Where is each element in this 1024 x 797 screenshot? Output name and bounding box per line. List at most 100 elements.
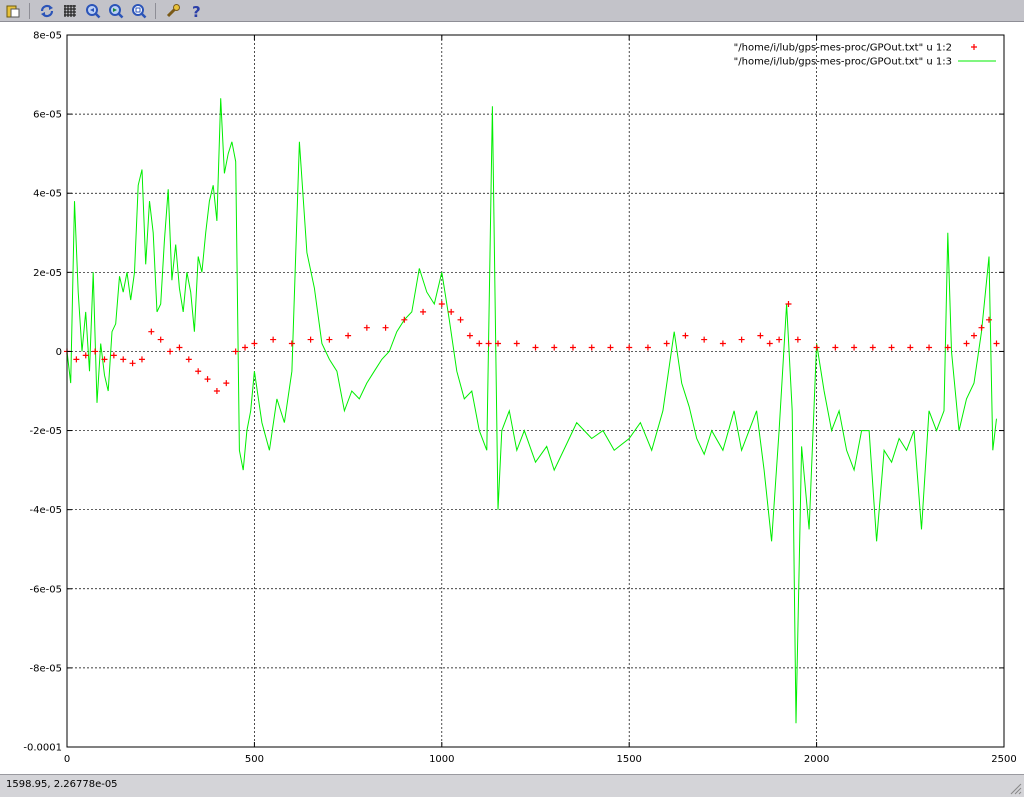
- grid-icon[interactable]: [60, 1, 80, 21]
- data-point: [448, 308, 455, 315]
- data-point: [345, 332, 352, 339]
- data-point: [92, 348, 99, 355]
- mouse-coordinates: 1598.95, 2.26778e-05: [6, 779, 118, 790]
- data-point: [682, 332, 689, 339]
- data-point: [185, 356, 192, 363]
- replot-icon[interactable]: [37, 1, 57, 21]
- data-point: [738, 336, 745, 343]
- data-point: [223, 380, 230, 387]
- plot-frame: [66, 34, 1005, 748]
- data-point: [438, 300, 445, 307]
- data-point: [971, 332, 978, 339]
- data-point: [270, 336, 277, 343]
- data-point: [157, 336, 164, 343]
- data-point: [794, 336, 801, 343]
- data-point: [986, 316, 993, 323]
- data-point: [148, 328, 155, 335]
- status-bar: 1598.95, 2.26778e-05: [0, 774, 1024, 797]
- data-point: [607, 344, 614, 351]
- y-tick-label: -0.0001: [23, 743, 62, 754]
- y-tick-label: 8e-05: [33, 31, 62, 42]
- data-point: [626, 344, 633, 351]
- data-point: [420, 308, 427, 315]
- zoom-next-icon[interactable]: [106, 1, 126, 21]
- data-point: [129, 360, 136, 367]
- resize-grip-icon[interactable]: [1008, 781, 1022, 795]
- svg-text:?: ?: [192, 3, 201, 19]
- legend: "/home/i/lub/gps-mes-proc/GPOut.txt" u 1…: [734, 43, 996, 68]
- x-tick-label: 1000: [429, 754, 454, 765]
- data-point: [363, 324, 370, 331]
- data-point: [204, 376, 211, 383]
- data-point: [138, 356, 145, 363]
- data-point: [251, 340, 258, 347]
- axis-ticks: 0 500 1000 1500 2000 2500 -0.0001 -8e-05 -6e-05 -…: [23, 31, 1016, 766]
- data-point: [110, 352, 117, 359]
- data-point: [888, 344, 895, 351]
- series-layer: [64, 98, 1000, 724]
- toolbar-separator: [155, 2, 156, 19]
- data-point: [869, 344, 876, 351]
- data-point: [242, 344, 249, 351]
- options-icon[interactable]: [163, 1, 183, 21]
- y-tick-label: -8e-05: [30, 663, 62, 674]
- grid-lines: [67, 35, 1004, 747]
- y-tick-label: 6e-05: [33, 110, 62, 121]
- data-point: [993, 340, 1000, 347]
- x-tick-label: 2000: [804, 754, 829, 765]
- y-tick-label: -4e-05: [30, 505, 62, 516]
- y-tick-label: 4e-05: [33, 189, 62, 200]
- data-point: [588, 344, 595, 351]
- data-point: [120, 356, 127, 363]
- data-point: [167, 348, 174, 355]
- data-point: [551, 344, 558, 351]
- toolbar: ?: [0, 0, 1024, 22]
- data-point: [195, 368, 202, 375]
- series-line: [66, 98, 997, 724]
- data-point: [457, 316, 464, 323]
- data-point: [476, 340, 483, 347]
- data-point: [288, 340, 295, 347]
- data-point: [82, 352, 89, 359]
- x-tick-label: 0: [64, 754, 70, 765]
- plot-area[interactable]: 0 500 1000 1500 2000 2500 -0.0001 -8e-05 -6e-05 -…: [0, 22, 1024, 774]
- data-point: [532, 344, 539, 351]
- data-point: [513, 340, 520, 347]
- data-point: [813, 344, 820, 351]
- data-point: [776, 336, 783, 343]
- data-point: [719, 340, 726, 347]
- help-icon[interactable]: ?: [186, 1, 206, 21]
- data-point: [926, 344, 933, 351]
- data-point: [757, 332, 764, 339]
- data-point: [466, 332, 473, 339]
- legend-label: "/home/i/lub/gps-mes-proc/GPOut.txt" u 1…: [734, 43, 952, 54]
- zoom-previous-icon[interactable]: [83, 1, 103, 21]
- legend-swatch: [971, 44, 977, 50]
- x-tick-label: 500: [245, 754, 264, 765]
- data-point: [978, 324, 985, 331]
- data-point: [644, 344, 651, 351]
- data-point: [569, 344, 576, 351]
- copy-to-clipboard-icon[interactable]: [3, 1, 23, 21]
- x-tick-label: 2500: [991, 754, 1016, 765]
- data-point: [701, 336, 708, 343]
- data-point: [832, 344, 839, 351]
- data-point: [907, 344, 914, 351]
- data-point: [307, 336, 314, 343]
- y-tick-label: 0: [56, 347, 62, 358]
- data-point: [663, 340, 670, 347]
- data-point: [382, 324, 389, 331]
- x-tick-label: 1500: [616, 754, 641, 765]
- y-tick-label: -2e-05: [30, 426, 62, 437]
- y-tick-label: 2e-05: [33, 268, 62, 279]
- data-point: [766, 340, 773, 347]
- data-point: [213, 388, 220, 394]
- legend-label: "/home/i/lub/gps-mes-proc/GPOut.txt" u 1…: [734, 57, 952, 68]
- data-point: [851, 344, 858, 351]
- data-point: [73, 356, 80, 363]
- y-tick-label: -6e-05: [30, 584, 62, 595]
- toolbar-separator: [29, 2, 30, 19]
- data-point: [485, 340, 492, 347]
- data-point: [176, 344, 183, 351]
- zoom-unzoom-icon[interactable]: [129, 1, 149, 21]
